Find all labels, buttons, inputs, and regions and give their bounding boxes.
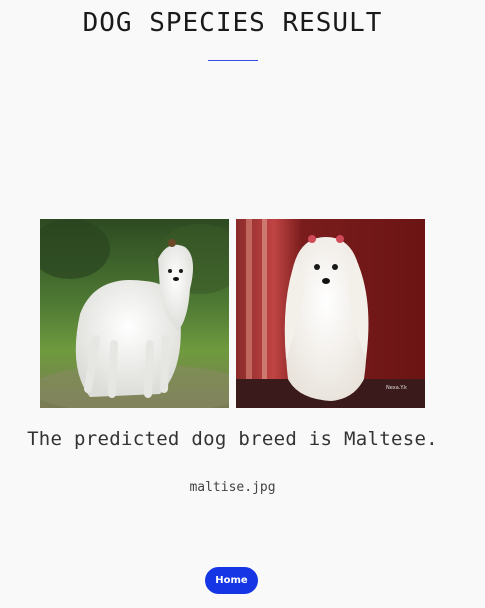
uploaded-file-name: maltise.jpg: [189, 480, 276, 495]
title-underline: [208, 60, 258, 61]
svg-text:Nexa.Y.k: Nexa.Y.k: [386, 385, 407, 391]
prediction-result: The predicted dog breed is Maltese.: [27, 428, 438, 450]
page-title: DOG SPECIES RESULT: [82, 8, 383, 38]
home-button[interactable]: Home: [205, 567, 258, 594]
dog-photo-studio: Nexa.Y.k: [236, 219, 425, 408]
dog-photo-outdoor: [40, 219, 229, 408]
